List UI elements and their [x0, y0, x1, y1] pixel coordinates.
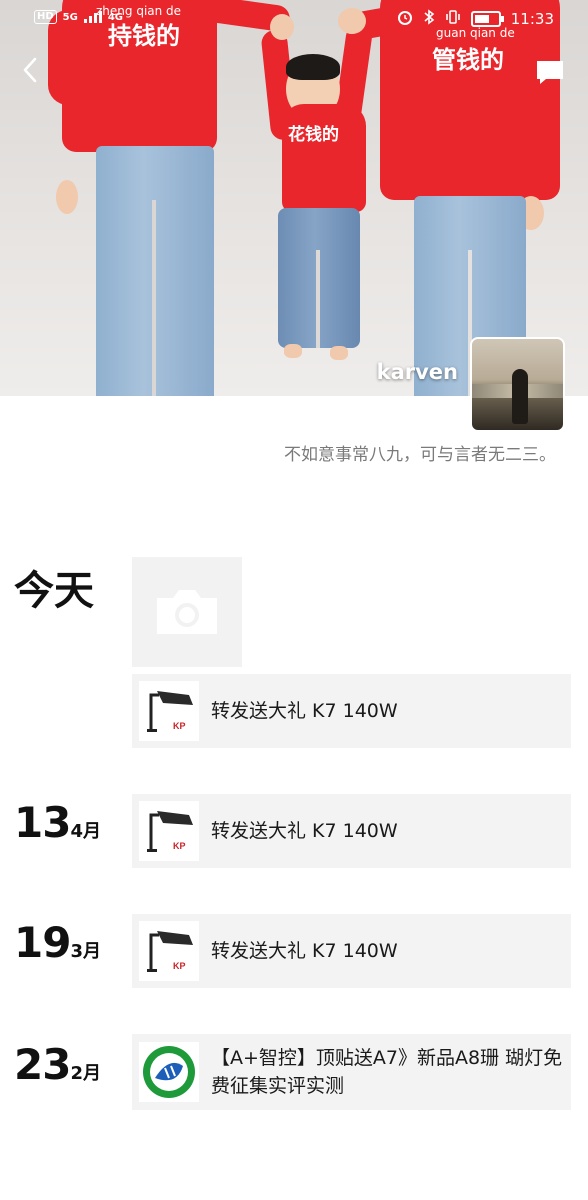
- message-button[interactable]: [534, 56, 566, 88]
- post-text: 转发送大礼 K7 140W: [211, 820, 398, 842]
- post-text: 【A+智控】顶贴送A7》新品A8珊 瑚灯免费征集实评实测: [211, 1047, 563, 1097]
- kid-foot-right: [330, 346, 348, 360]
- 4g-indicator: 4G: [107, 11, 124, 23]
- add-photo-button[interactable]: [132, 557, 242, 667]
- hd-indicator: HD: [34, 10, 57, 24]
- status-right: 11:33: [397, 9, 554, 29]
- avatar-figure: [512, 369, 528, 424]
- date-day: 23: [14, 1040, 71, 1089]
- left-adult-jeans-gap: [152, 200, 156, 396]
- kid-hair: [286, 54, 340, 80]
- a-plus-logo-icon: [143, 1046, 195, 1098]
- bluetooth-icon: [423, 9, 435, 29]
- post-text: 转发送大礼 K7 140W: [211, 700, 398, 722]
- camera-icon: [157, 590, 217, 634]
- message-icon: [537, 61, 563, 84]
- battery-icon: [470, 11, 504, 27]
- kid-jeans-gap: [316, 250, 320, 348]
- date-month: 4月: [70, 821, 101, 842]
- 5g-indicator: 5G: [62, 11, 78, 23]
- status-bar: HD 5G 4G 11:33: [0, 0, 588, 36]
- alarm-icon: [397, 9, 413, 29]
- status-time: 11:33: [510, 10, 554, 28]
- date-label: 134月: [14, 798, 101, 847]
- lamp-icon: KP: [147, 931, 193, 972]
- network-indicators: HD 5G 4G: [34, 10, 123, 24]
- post-text: 转发送大礼 K7 140W: [211, 940, 398, 962]
- back-button[interactable]: [14, 54, 46, 86]
- right-sweater-text: 管钱的: [432, 46, 504, 74]
- post-item[interactable]: KP 转发送大礼 K7 140W: [132, 914, 571, 988]
- k7-lamp-thumbnail: KP: [139, 681, 199, 741]
- svg-text:KP: KP: [173, 721, 186, 731]
- date-month: 2月: [70, 1063, 101, 1084]
- svg-text:KP: KP: [173, 961, 186, 971]
- username[interactable]: karven: [377, 360, 458, 384]
- date-day: 13: [14, 798, 71, 847]
- date-label: 193月: [14, 918, 101, 967]
- date-day: 19: [14, 918, 71, 967]
- right-adult-arm: [522, 20, 560, 200]
- today-label: 今天: [14, 568, 94, 614]
- k7-lamp-thumbnail: KP: [139, 801, 199, 861]
- kid-sweater-text: 花钱的: [288, 125, 339, 145]
- post-item[interactable]: KP 转发送大礼 K7 140W: [132, 674, 571, 748]
- avatar[interactable]: [470, 337, 565, 432]
- post-item[interactable]: 【A+智控】顶贴送A7》新品A8珊 瑚灯免费征集实评实测: [132, 1034, 571, 1110]
- lamp-icon: KP: [147, 811, 193, 852]
- signal-icon: [83, 11, 102, 23]
- lamp-icon: KP: [147, 691, 193, 732]
- svg-text:KP: KP: [173, 841, 186, 851]
- date-label: 232月: [14, 1040, 101, 1089]
- chevron-left-icon: [23, 57, 37, 83]
- kid-foot-left: [284, 344, 302, 358]
- vibrate-icon: [445, 9, 461, 29]
- signature: 不如意事常八九，可与言者无二三。: [284, 445, 556, 465]
- k7-lamp-thumbnail: KP: [139, 921, 199, 981]
- post-item[interactable]: KP 转发送大礼 K7 140W: [132, 794, 571, 868]
- left-adult-hand: [56, 180, 78, 214]
- date-month: 3月: [70, 941, 101, 962]
- a-plus-logo-thumbnail: [139, 1042, 199, 1102]
